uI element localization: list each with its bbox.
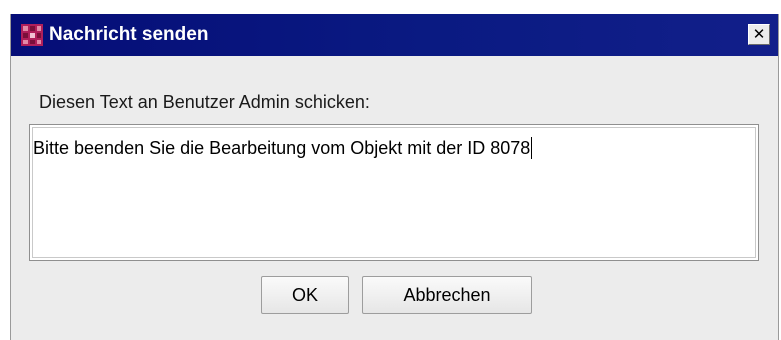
- cancel-button[interactable]: Abbrechen: [362, 276, 532, 314]
- ok-button[interactable]: OK: [261, 276, 349, 314]
- text-caret: [531, 137, 533, 159]
- message-value: Bitte beenden Sie die Bearbeitung vom Ob…: [33, 138, 531, 158]
- close-button[interactable]: ✕: [748, 24, 770, 45]
- prompt-label: Diesen Text an Benutzer Admin schicken:: [39, 92, 370, 112]
- message-dialog: Nachricht senden ✕ Diesen Text an Benutz…: [10, 14, 779, 340]
- message-text[interactable]: Bitte beenden Sie die Bearbeitung vom Ob…: [33, 137, 533, 159]
- close-icon: ✕: [752, 25, 766, 43]
- app-logo-icon: [21, 24, 43, 46]
- window-title: Nachricht senden: [49, 24, 209, 45]
- message-textarea[interactable]: Bitte beenden Sie die Bearbeitung vom Ob…: [29, 124, 759, 261]
- title-bar[interactable]: Nachricht senden ✕: [11, 14, 778, 56]
